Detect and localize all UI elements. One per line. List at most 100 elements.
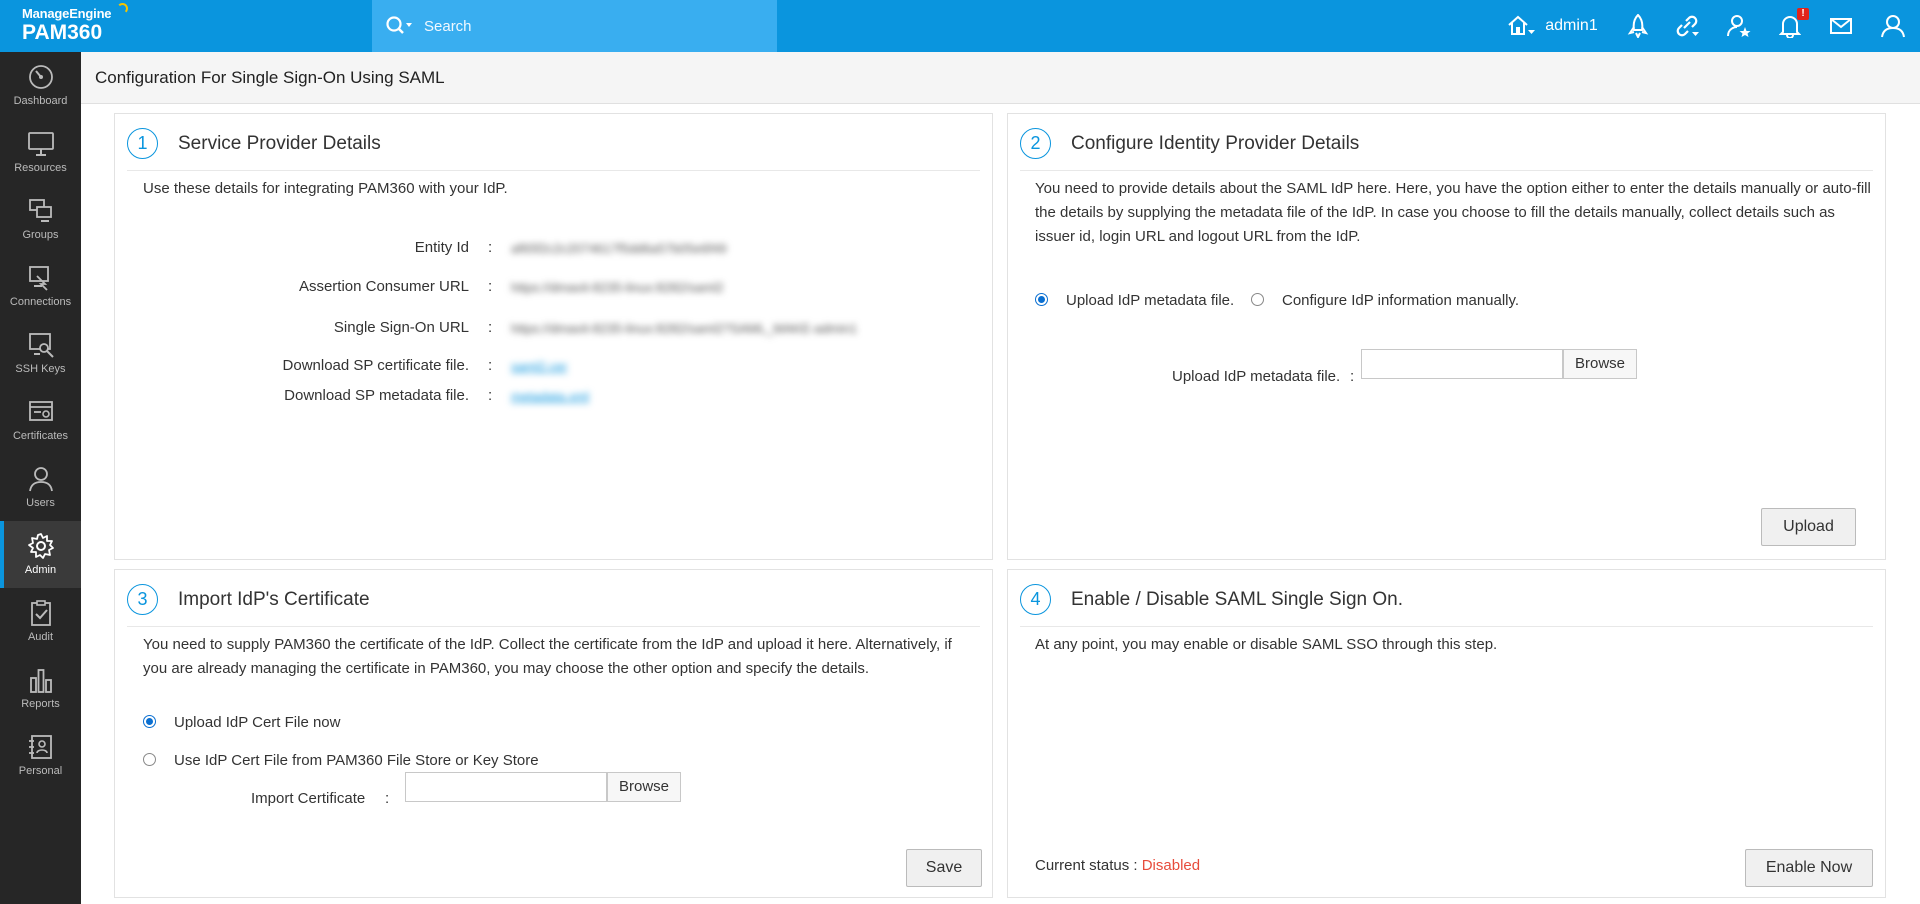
sidebar-item-connections[interactable]: Connections (0, 253, 81, 320)
brand-arc-icon (117, 3, 128, 14)
mail-button[interactable] (1826, 0, 1856, 52)
sidebar-item-users[interactable]: Users (0, 454, 81, 521)
user-star-button[interactable] (1724, 0, 1754, 52)
sidebar-item-certificates[interactable]: Certificates (0, 387, 81, 454)
colon: : (385, 790, 390, 807)
import-certificate-label: Import Certificate (251, 790, 366, 807)
brand-name: ManageEngine (22, 6, 112, 21)
sso-url-label: Single Sign-On URL (333, 319, 469, 336)
sidebar-item-dashboard[interactable]: Dashboard (0, 52, 81, 119)
product-name: PAM360 (22, 21, 103, 44)
sidebar-item-groups[interactable]: Groups (0, 186, 81, 253)
sidebar-item-label: Reports (21, 698, 60, 710)
bar-chart-icon (29, 669, 52, 693)
search-bar (372, 0, 777, 52)
upload-button[interactable]: Upload (1761, 508, 1856, 546)
ssh-key-icon (28, 333, 54, 358)
metadata-file-input[interactable] (1361, 349, 1563, 379)
sidebar-item-label: Audit (27, 631, 54, 643)
monitor-icon (27, 132, 54, 156)
acs-url-label: Assertion Consumer URL (298, 278, 469, 295)
profile-button[interactable] (1878, 0, 1908, 52)
panel-title: Configure Identity Provider Details (1071, 133, 1360, 154)
sidebar-item-label: Personal (18, 765, 63, 777)
rocket-icon (1627, 14, 1649, 38)
status-label: Current status : (1035, 857, 1138, 874)
username: admin1 (1545, 17, 1598, 34)
sp-metadata-link[interactable]: metadata.xml (511, 389, 589, 404)
sp-certificate-link[interactable]: saml2.cer (511, 359, 567, 374)
gear-icon (27, 533, 54, 559)
main-content: 1 Service Provider Details Use these det… (81, 104, 1920, 904)
notifications-button[interactable]: ! (1775, 0, 1809, 52)
sidebar-item-label: SSH Keys (15, 363, 66, 375)
configure-manually-radio[interactable] (1251, 293, 1264, 306)
colon: : (488, 357, 493, 374)
upload-cert-radio[interactable] (143, 715, 156, 728)
groups-icon (28, 199, 52, 222)
panel-title: Enable / Disable SAML Single Sign On. (1071, 589, 1403, 610)
rocket-button[interactable] (1624, 0, 1652, 52)
configure-manually-label: Configure IdP information manually. (1282, 292, 1520, 309)
gauge-icon (28, 65, 53, 89)
panel-description: You need to provide details about the SA… (1035, 180, 1871, 245)
page-title: Configuration For Single Sign-On Using S… (95, 68, 445, 87)
upload-cert-label: Upload IdP Cert File now (174, 714, 341, 731)
step-number: 2 (1020, 128, 1051, 159)
logo[interactable]: ManageEngine PAM360 (0, 0, 128, 52)
home-icon (1508, 15, 1536, 35)
use-store-cert-radio[interactable] (143, 753, 156, 766)
step-number: 1 (127, 128, 158, 159)
sidebar-item-label: Connections (9, 296, 72, 308)
panel-description: You need to supply PAM360 the certificat… (143, 636, 952, 677)
panel-header: 1 Service Provider Details (127, 126, 980, 171)
colon: : (488, 278, 493, 295)
page-header: Configuration For Single Sign-On Using S… (81, 52, 1920, 104)
sidebar-item-label: Groups (22, 229, 59, 241)
panel-header: 2 Configure Identity Provider Details (1020, 126, 1873, 171)
identity-provider-panel: 2 Configure Identity Provider Details Yo… (1007, 113, 1886, 560)
link-button[interactable] (1672, 0, 1702, 52)
enable-sso-panel: 4 Enable / Disable SAML Single Sign On. … (1007, 569, 1886, 898)
colon: : (488, 239, 493, 256)
step-number: 4 (1020, 584, 1051, 615)
entity-id-label: Entity Id (414, 239, 469, 256)
search-icon[interactable] (384, 14, 414, 38)
panel-header: 3 Import IdP's Certificate (127, 582, 980, 627)
sp-metadata-label: Download SP metadata file. (284, 387, 469, 404)
sidebar-item-resources[interactable]: Resources (0, 119, 81, 186)
service-provider-panel: 1 Service Provider Details Use these det… (114, 113, 993, 560)
link-icon (1676, 15, 1699, 37)
save-button[interactable]: Save (906, 849, 982, 887)
sidebar-item-label: Certificates (12, 430, 69, 442)
use-store-cert-label: Use IdP Cert File from PAM360 File Store… (174, 752, 539, 769)
user-switcher[interactable]: admin1 (1500, 0, 1605, 52)
certificate-browse-button[interactable]: Browse (607, 772, 681, 802)
sidebar-item-ssh-keys[interactable]: SSH Keys (0, 320, 81, 387)
colon: : (488, 387, 493, 404)
sidebar-item-label: Dashboard (13, 95, 68, 107)
search-input[interactable] (424, 13, 764, 39)
certificate-icon (28, 401, 53, 421)
step-number: 3 (127, 584, 158, 615)
sso-url-value: https://dmavit-8235-linux:8282/saml2?SAM… (511, 321, 858, 336)
metadata-browse-button[interactable]: Browse (1563, 349, 1637, 379)
sidebar-item-reports[interactable]: Reports (0, 655, 81, 722)
enable-now-button[interactable]: Enable Now (1745, 849, 1873, 887)
clipboard-check-icon (30, 600, 51, 626)
certificate-file-input[interactable] (405, 772, 607, 802)
sidebar-item-admin[interactable]: Admin (0, 521, 81, 588)
panel-title: Service Provider Details (178, 133, 381, 154)
colon: : (488, 319, 493, 336)
upload-metadata-label: Upload IdP metadata file. (1066, 292, 1235, 309)
sidebar-item-audit[interactable]: Audit (0, 588, 81, 655)
sidebar-item-label: Resources (14, 162, 67, 174)
sp-certificate-label: Download SP certificate file. (282, 357, 469, 374)
sidebar-item-personal[interactable]: Personal (0, 722, 81, 789)
contact-card-icon (28, 735, 52, 759)
acs-url-value: https://dmavit-8235-linux:8282/saml2 (511, 280, 724, 295)
upload-metadata-radio[interactable] (1035, 293, 1048, 306)
import-certificate-panel: 3 Import IdP's Certificate You need to s… (114, 569, 993, 898)
user-star-icon (1727, 15, 1751, 37)
sidebar-item-label: Users (26, 497, 55, 509)
